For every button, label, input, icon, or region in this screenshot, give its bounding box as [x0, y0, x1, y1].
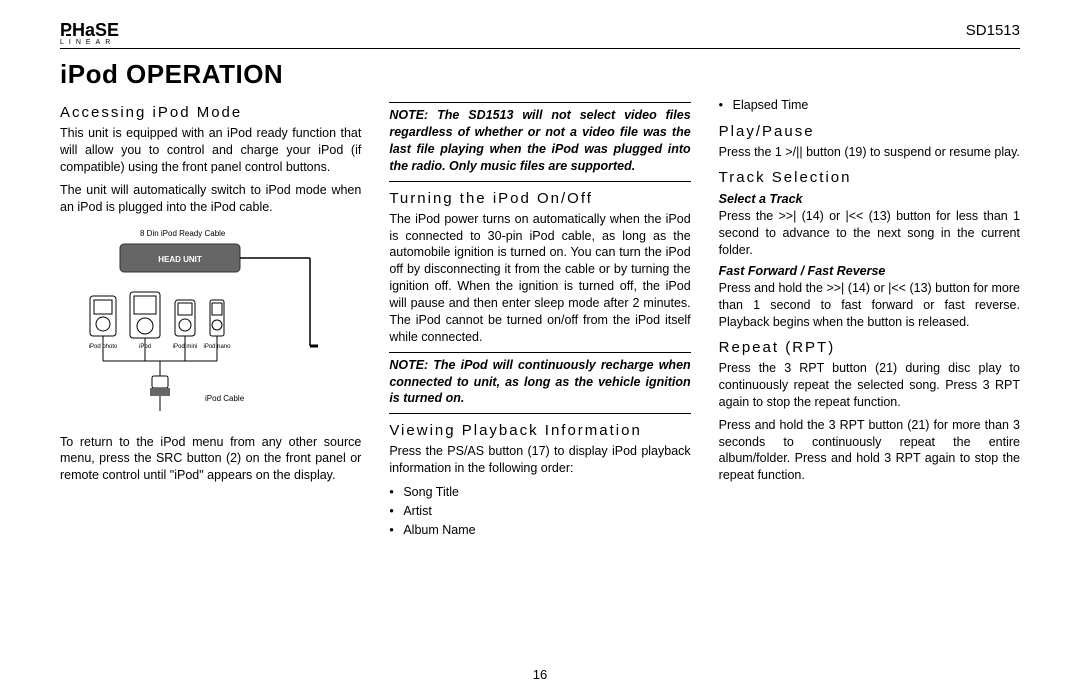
page-header: PHaSE LINEAR SD1513: [60, 22, 1020, 49]
body-text: The iPod power turns on automatically wh…: [389, 211, 690, 346]
divider: [389, 352, 690, 353]
list-item: Song Title: [403, 483, 690, 502]
note-text: NOTE: The iPod will continuously recharg…: [389, 357, 690, 408]
body-text: Press the >>| (14) or |<< (13) button fo…: [719, 208, 1020, 259]
svg-text:iPod photo: iPod photo: [89, 344, 118, 350]
content-columns: Accessing iPod Mode This unit is equippe…: [60, 96, 1020, 545]
playback-info-list-cont: Elapsed Time: [719, 96, 1020, 115]
body-text: The unit will automatically switch to iP…: [60, 182, 361, 216]
divider: [389, 413, 690, 414]
svg-text:iPod nano: iPod nano: [203, 344, 231, 350]
brand-sub: LINEAR: [60, 39, 115, 46]
heading-repeat: Repeat (RPT): [719, 339, 1020, 356]
body-text: To return to the iPod menu from any othe…: [60, 434, 361, 485]
heading-play-pause: Play/Pause: [719, 123, 1020, 140]
column-3: Elapsed Time Play/Pause Press the 1 >/||…: [719, 96, 1020, 545]
body-text: Press the PS/AS button (17) to display i…: [389, 443, 690, 477]
brand-main: PHaSE: [60, 22, 119, 38]
divider: [389, 181, 690, 182]
note-text: NOTE: The SD1513 will not select video f…: [389, 107, 690, 175]
body-text: Press and hold the 3 RPT button (21) for…: [719, 417, 1020, 485]
model-number: SD1513: [966, 22, 1020, 39]
heading-viewing-playback: Viewing Playback Information: [389, 422, 690, 439]
body-text: Press the 1 >/|| button (19) to suspend …: [719, 144, 1020, 161]
body-text: Press and hold the >>| (14) or |<< (13) …: [719, 280, 1020, 331]
svg-text:iPod: iPod: [139, 344, 151, 350]
divider: [389, 102, 690, 103]
heading-accessing-ipod: Accessing iPod Mode: [60, 104, 361, 121]
page-title: iPod OPERATION: [60, 59, 1020, 90]
list-item: Artist: [403, 502, 690, 521]
column-2: NOTE: The SD1513 will not select video f…: [389, 96, 690, 545]
list-item: Album Name: [403, 521, 690, 540]
body-text: Press the 3 RPT button (21) during disc …: [719, 360, 1020, 411]
head-unit-label: HEAD UNIT: [158, 255, 202, 264]
playback-info-list: Song Title Artist Album Name: [389, 483, 690, 539]
page-number: 16: [533, 667, 547, 682]
column-1: Accessing iPod Mode This unit is equippe…: [60, 96, 361, 545]
list-item: Elapsed Time: [733, 96, 1020, 115]
ipod-connection-diagram: 8 Din iPod Ready Cable HEAD UNIT iPod ph…: [60, 226, 361, 426]
heading-turning-on-off: Turning the iPod On/Off: [389, 190, 690, 207]
heading-track-selection: Track Selection: [719, 169, 1020, 186]
cable-label: 8 Din iPod Ready Cable: [140, 229, 226, 238]
subheading-fast-forward: Fast Forward / Fast Reverse: [719, 264, 1020, 278]
svg-text:iPod mini: iPod mini: [173, 344, 198, 350]
brand-logo: PHaSE LINEAR: [60, 22, 119, 46]
body-text: This unit is equipped with an iPod ready…: [60, 125, 361, 176]
svg-text:iPod Cable: iPod Cable: [205, 394, 245, 403]
subheading-select-track: Select a Track: [719, 192, 1020, 206]
